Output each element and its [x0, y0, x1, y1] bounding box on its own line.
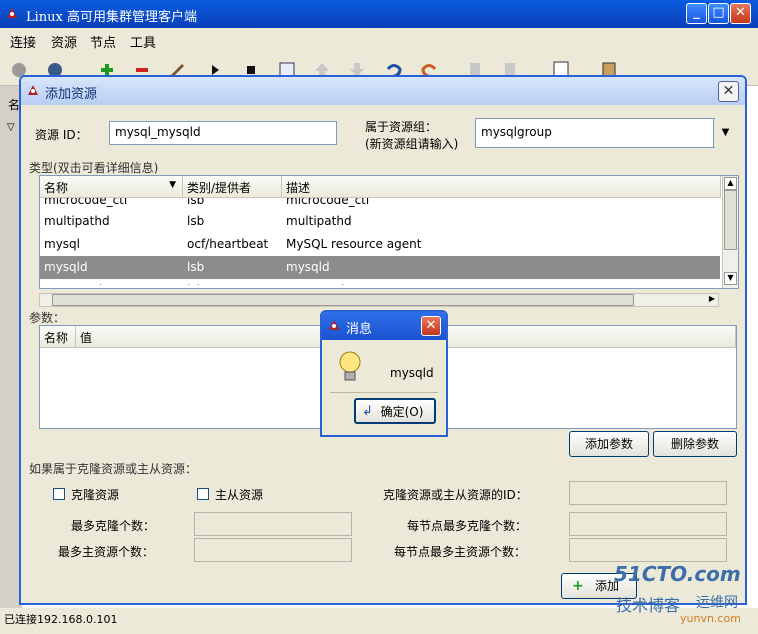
table-row[interactable]: netconsole lsb netconsole: [40, 279, 720, 285]
chevron-down-icon[interactable]: ▼: [713, 119, 737, 147]
scroll-down-icon[interactable]: ▼: [724, 272, 737, 285]
node-max-clone-label: 每节点最多克隆个数：: [407, 519, 528, 533]
watermark-line1: 51CTO.com: [614, 562, 741, 586]
ok-button-label: 确定(O): [380, 405, 424, 419]
lightbulb-icon: [339, 351, 361, 381]
table-row-selected[interactable]: mysqld lsb mysqld: [40, 256, 720, 279]
watermark-logo: 51CTO.com 技术博客 运维网 yunvn.com: [610, 560, 756, 626]
types-group-label: 类型(双击可看详细信息): [29, 161, 159, 175]
types-header-name-label: 名称: [44, 181, 69, 195]
ok-button[interactable]: ↲ 确定(O): [354, 398, 436, 424]
vertical-scrollbar[interactable]: ▲ ▼: [722, 176, 738, 288]
close-button[interactable]: ✕: [730, 3, 751, 24]
minimize-button[interactable]: _: [686, 3, 707, 24]
tree-expand-icon[interactable]: ▽: [7, 122, 15, 133]
menu-tools[interactable]: 工具: [130, 32, 156, 51]
node-max-master-input[interactable]: [569, 538, 727, 562]
master-checkbox-label: 主从资源: [215, 488, 264, 502]
message-box: 消息 ✕ mysqld ↲ 确定(O): [320, 310, 448, 437]
heartbeat-app-icon: [7, 8, 17, 18]
types-header-desc[interactable]: 描述: [282, 176, 721, 198]
message-title-bar: 消息 ✕: [322, 312, 446, 340]
resource-group-combo[interactable]: mysqlgroup: [475, 118, 715, 148]
watermark-line2: 技术博客: [616, 596, 681, 615]
sort-arrow-icon: ▼: [169, 180, 176, 190]
clone-checkbox-label: 克隆资源: [71, 488, 120, 502]
node-max-clone-input[interactable]: [569, 512, 727, 536]
heartbeat-app-icon: [28, 85, 38, 95]
table-row[interactable]: mysql ocf/heartbeat MySQL resource agent: [40, 233, 720, 256]
dialog-title: 添加资源: [45, 87, 98, 102]
watermark-line4: yunvn.com: [680, 612, 741, 625]
dialog-close-button[interactable]: ✕: [718, 81, 739, 102]
resource-group-hint: (新资源组请输入): [365, 137, 459, 151]
scroll-thumb[interactable]: [724, 190, 737, 250]
menu-resource[interactable]: 资源: [51, 32, 77, 51]
maximize-button[interactable]: □: [708, 3, 729, 24]
menu-bar: 连接 资源 节点 工具: [0, 28, 758, 52]
params-header-name[interactable]: 名称: [40, 326, 76, 348]
message-close-button[interactable]: ✕: [421, 316, 441, 336]
add-param-button[interactable]: 添加参数: [569, 431, 649, 457]
clone-id-input[interactable]: [569, 481, 727, 505]
add-icon: +: [572, 578, 584, 594]
max-clone-label: 最多克隆个数：: [71, 519, 156, 533]
scroll-right-icon[interactable]: ▶: [706, 294, 718, 306]
menu-connect[interactable]: 连接: [10, 32, 36, 51]
heartbeat-app-icon: [329, 320, 339, 330]
message-title: 消息: [346, 322, 373, 337]
node-max-master-label: 每节点最多主资源个数：: [394, 545, 527, 559]
max-master-label: 最多主资源个数：: [58, 545, 155, 559]
app-title: Linux 高可用集群管理客户端: [26, 10, 197, 25]
resource-id-input[interactable]: mysql_mysqld: [109, 121, 337, 145]
clone-id-label: 克隆资源或主从资源的ID：: [383, 488, 528, 502]
h-scroll-thumb[interactable]: [52, 294, 634, 306]
dialog-title-bar: 添加资源 ✕: [21, 77, 745, 105]
divider: [330, 392, 438, 393]
max-master-input[interactable]: [194, 538, 352, 562]
watermark-line3: 运维网: [696, 595, 738, 611]
max-clone-input[interactable]: [194, 512, 352, 536]
types-header-name[interactable]: 名称 ▼: [40, 176, 183, 198]
types-table: 名称 ▼ 类别/提供者 描述 microcode_ctl lsb microco…: [39, 175, 739, 289]
enter-icon: ↲: [362, 404, 373, 419]
master-checkbox[interactable]: [197, 488, 209, 500]
clone-group-label: 如果属于克隆资源或主从资源：: [29, 462, 198, 476]
scroll-up-icon[interactable]: ▲: [724, 177, 737, 190]
delete-param-button[interactable]: 删除参数: [653, 431, 737, 457]
params-group-label: 参数：: [29, 311, 66, 325]
main-title-bar: Linux 高可用集群管理客户端 _ □ ✕: [0, 0, 758, 28]
message-text: mysqld: [390, 366, 434, 380]
menu-node[interactable]: 节点: [90, 32, 116, 51]
resource-group-label: 属于资源组：: [365, 120, 438, 134]
types-header-class[interactable]: 类别/提供者: [183, 176, 282, 198]
status-text: 已连接192.168.0.101: [4, 613, 118, 626]
table-row[interactable]: multipathd lsb multipathd: [40, 210, 720, 233]
resource-id-label: 资源 ID：: [35, 128, 88, 142]
horizontal-scrollbar[interactable]: ▶: [39, 293, 719, 307]
clone-checkbox[interactable]: [53, 488, 65, 500]
